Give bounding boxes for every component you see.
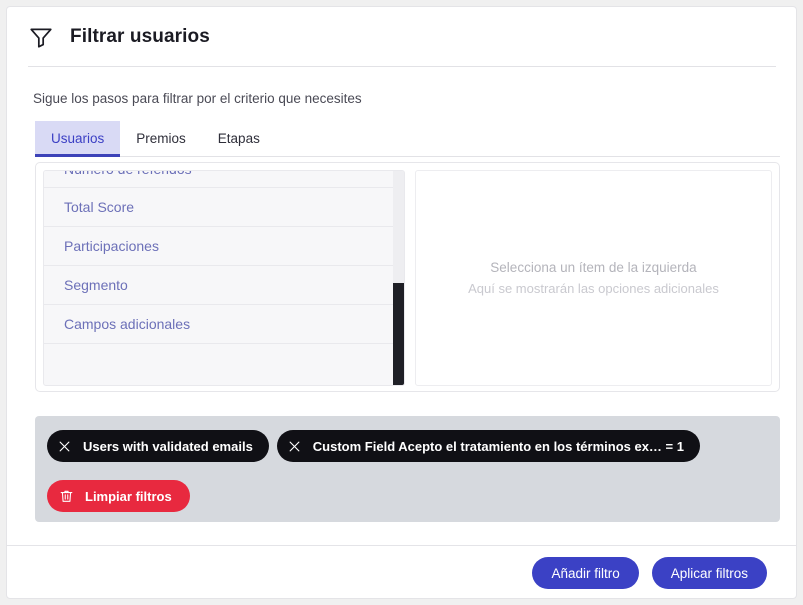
filter-users-dialog: Filtrar usuarios Sigue los pasos para fi… <box>6 6 797 599</box>
list-item[interactable]: Número de referidos <box>44 171 394 188</box>
trash-icon <box>60 490 73 502</box>
filter-chip[interactable]: Custom Field Acepto el tratamiento en lo… <box>276 430 700 462</box>
add-filter-button[interactable]: Añadir filtro <box>532 557 639 589</box>
clear-filters-button[interactable]: Limpiar filtros <box>47 480 190 512</box>
list-item[interactable]: Segmento <box>44 266 394 305</box>
close-icon[interactable] <box>57 439 72 454</box>
page-title: Filtrar usuarios <box>70 25 210 47</box>
header-divider <box>28 66 776 67</box>
filter-chip-label: Custom Field Acepto el tratamiento en lo… <box>312 438 684 454</box>
dialog-subtitle: Sigue los pasos para filtrar por el crit… <box>33 91 362 106</box>
list-item[interactable]: Participaciones <box>44 227 394 266</box>
list-scrollbar-thumb[interactable] <box>393 283 404 385</box>
tab-usuarios[interactable]: Usuarios <box>35 121 121 157</box>
detail-empty-subtitle: Aquí se mostrarán las opciones adicional… <box>468 281 719 296</box>
active-filters-area: Users with validated emails Custom Field… <box>35 416 780 522</box>
dialog-header: Filtrar usuarios <box>7 7 796 66</box>
close-icon[interactable] <box>287 439 302 454</box>
list-scrollbar-track[interactable] <box>393 171 404 385</box>
funnel-icon <box>30 28 52 48</box>
tab-etapas[interactable]: Etapas <box>202 121 276 156</box>
detail-panel: Selecciona un ítem de la izquierda Aquí … <box>415 170 772 386</box>
criteria-list-scroll: Número de referidos Total Score Particip… <box>44 171 394 385</box>
list-item[interactable]: Campos adicionales <box>44 305 394 344</box>
apply-filters-button[interactable]: Aplicar filtros <box>651 557 767 589</box>
criteria-list: Número de referidos Total Score Particip… <box>44 171 394 344</box>
tab-premios[interactable]: Premios <box>120 121 202 156</box>
detail-empty-title: Selecciona un ítem de la izquierda <box>490 260 697 275</box>
filter-tabs: Usuarios Premios Etapas <box>35 121 780 157</box>
list-item[interactable]: Total Score <box>44 188 394 227</box>
clear-filters-label: Limpiar filtros <box>85 488 172 504</box>
criteria-list-panel: Número de referidos Total Score Particip… <box>43 170 405 386</box>
filter-chip-label: Users with validated emails <box>83 438 253 454</box>
filter-chip[interactable]: Users with validated emails <box>47 430 269 462</box>
filter-panels: Número de referidos Total Score Particip… <box>35 162 780 392</box>
dialog-footer: Añadir filtro Aplicar filtros <box>7 546 796 598</box>
